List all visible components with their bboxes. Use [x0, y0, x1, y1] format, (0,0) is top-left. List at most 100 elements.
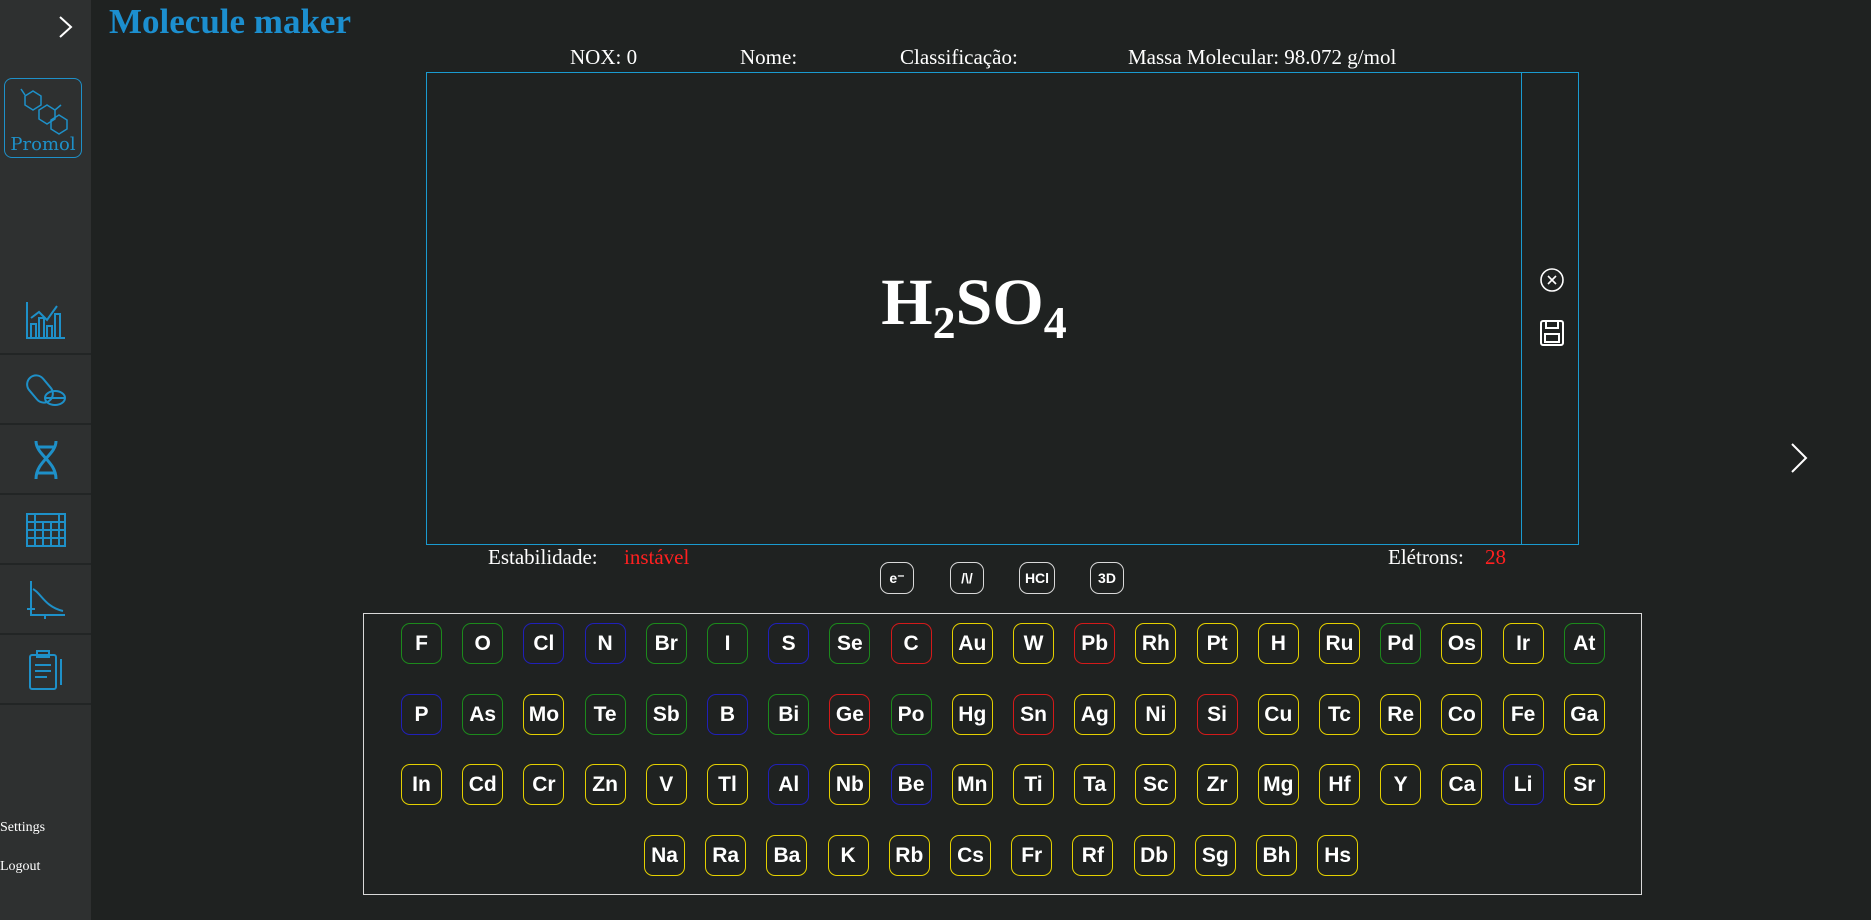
element-button-cs[interactable]: Cs — [950, 835, 991, 876]
element-button-v[interactable]: V — [645, 764, 687, 805]
element-button-i[interactable]: I — [707, 623, 748, 664]
sidebar-item-graph[interactable] — [0, 567, 91, 635]
floppy-disk-icon[interactable] — [1537, 318, 1567, 348]
element-button-al[interactable]: Al — [768, 764, 810, 805]
element-button-as[interactable]: As — [462, 694, 504, 735]
hcl-mode-button[interactable]: HCl — [1019, 562, 1055, 594]
element-button-co[interactable]: Co — [1441, 694, 1483, 735]
promol-button[interactable]: Promol — [4, 78, 82, 158]
element-button-ti[interactable]: Ti — [1013, 764, 1054, 805]
element-button-sn[interactable]: Sn — [1013, 694, 1054, 735]
element-button-sc[interactable]: Sc — [1135, 764, 1177, 805]
element-button-ra[interactable]: Ra — [705, 835, 747, 876]
settings-link[interactable]: Settings — [0, 820, 45, 836]
element-button-ba[interactable]: Ba — [766, 835, 808, 876]
stability-value: instável — [624, 545, 690, 569]
element-button-pd[interactable]: Pd — [1380, 623, 1422, 664]
element-button-hg[interactable]: Hg — [951, 694, 993, 735]
close-circle-icon[interactable] — [1537, 265, 1567, 295]
element-button-cd[interactable]: Cd — [462, 764, 504, 805]
element-button-te[interactable]: Te — [584, 694, 626, 735]
element-button-zr[interactable]: Zr — [1196, 764, 1238, 805]
element-button-sr[interactable]: Sr — [1563, 764, 1605, 805]
element-button-b[interactable]: B — [707, 694, 748, 735]
element-button-bh[interactable]: Bh — [1256, 835, 1297, 876]
element-button-ni[interactable]: Ni — [1135, 694, 1177, 735]
element-button-na[interactable]: Na — [644, 835, 685, 876]
sidebar-item-periodic-table[interactable] — [0, 497, 91, 565]
molecule-icon — [20, 88, 68, 135]
element-button-po[interactable]: Po — [890, 694, 932, 735]
element-button-pb[interactable]: Pb — [1074, 623, 1116, 664]
element-button-si[interactable]: Si — [1196, 694, 1238, 735]
element-button-re[interactable]: Re — [1380, 694, 1422, 735]
electron-mode-button[interactable]: e⁻ — [880, 562, 914, 594]
element-button-zn[interactable]: Zn — [584, 764, 626, 805]
element-button-au[interactable]: Au — [951, 623, 993, 664]
element-button-hf[interactable]: Hf — [1319, 764, 1360, 805]
sidebar-item-dna[interactable] — [0, 427, 91, 495]
element-button-hs[interactable]: Hs — [1317, 835, 1359, 876]
element-button-sb[interactable]: Sb — [645, 694, 687, 735]
element-button-w[interactable]: W — [1013, 623, 1054, 664]
element-button-y[interactable]: Y — [1380, 764, 1422, 805]
elements-panel: F O Cl N Br I S Se C Au W Pb Rh Pt H Ru Pd Os Ir At P As Mo Te S… — [363, 613, 1642, 895]
element-button-db[interactable]: Db — [1133, 835, 1175, 876]
element-button-h[interactable]: H — [1257, 623, 1299, 664]
element-button-mg[interactable]: Mg — [1257, 764, 1299, 805]
chevron-right-icon[interactable] — [56, 14, 76, 40]
canvas-divider — [1521, 73, 1522, 544]
element-button-tc[interactable]: Tc — [1319, 694, 1360, 735]
element-button-ir[interactable]: Ir — [1502, 623, 1544, 664]
element-button-br[interactable]: Br — [645, 623, 687, 664]
element-button-be[interactable]: Be — [890, 764, 932, 805]
3d-mode-button[interactable]: 3D — [1090, 562, 1124, 594]
element-button-ru[interactable]: Ru — [1319, 623, 1360, 664]
element-button-fe[interactable]: Fe — [1502, 694, 1544, 735]
formula-symbol: H — [881, 266, 933, 339]
element-button-cu[interactable]: Cu — [1257, 694, 1299, 735]
element-button-rf[interactable]: Rf — [1072, 835, 1114, 876]
sidebar-item-pills[interactable] — [0, 357, 91, 425]
electrons-label: Elétrons: — [1388, 545, 1464, 569]
element-button-f[interactable]: F — [401, 623, 442, 664]
element-button-s[interactable]: S — [768, 623, 810, 664]
element-button-k[interactable]: K — [827, 835, 869, 876]
sidebar-item-report[interactable] — [0, 637, 91, 705]
element-button-cl[interactable]: Cl — [523, 623, 565, 664]
element-button-bi[interactable]: Bi — [768, 694, 810, 735]
element-button-c[interactable]: C — [890, 623, 932, 664]
element-button-rb[interactable]: Rb — [888, 835, 930, 876]
element-button-at[interactable]: At — [1563, 623, 1605, 664]
element-button-mo[interactable]: Mo — [523, 694, 565, 735]
name-label: Nome: — [740, 45, 798, 69]
element-button-in[interactable]: In — [401, 764, 442, 805]
element-button-ge[interactable]: Ge — [829, 694, 871, 735]
element-button-mn[interactable]: Mn — [951, 764, 993, 805]
logout-link[interactable]: Logout — [0, 859, 40, 875]
promol-label: Promol — [10, 134, 76, 155]
element-button-fr[interactable]: Fr — [1011, 835, 1053, 876]
element-button-o[interactable]: O — [462, 623, 504, 664]
element-button-rh[interactable]: Rh — [1135, 623, 1177, 664]
element-button-ag[interactable]: Ag — [1074, 694, 1116, 735]
element-button-os[interactable]: Os — [1441, 623, 1483, 664]
molecule-canvas[interactable]: H2SO4 — [426, 72, 1579, 545]
bond-mode-button[interactable]: /\/ — [950, 562, 984, 594]
chevron-right-icon[interactable] — [1788, 441, 1810, 475]
element-button-n[interactable]: N — [584, 623, 626, 664]
element-button-ca[interactable]: Ca — [1441, 764, 1483, 805]
element-button-se[interactable]: Se — [829, 623, 871, 664]
element-button-li[interactable]: Li — [1502, 764, 1544, 805]
element-button-sg[interactable]: Sg — [1194, 835, 1236, 876]
element-button-ga[interactable]: Ga — [1563, 694, 1605, 735]
sidebar-item-chart[interactable] — [0, 287, 91, 355]
element-button-pt[interactable]: Pt — [1196, 623, 1238, 664]
element-button-ta[interactable]: Ta — [1074, 764, 1116, 805]
report-icon — [28, 650, 62, 690]
element-button-p[interactable]: P — [401, 694, 442, 735]
element-button-cr[interactable]: Cr — [523, 764, 565, 805]
element-button-tl[interactable]: Tl — [707, 764, 748, 805]
electrons-value: 28 — [1485, 545, 1506, 569]
element-button-nb[interactable]: Nb — [829, 764, 871, 805]
